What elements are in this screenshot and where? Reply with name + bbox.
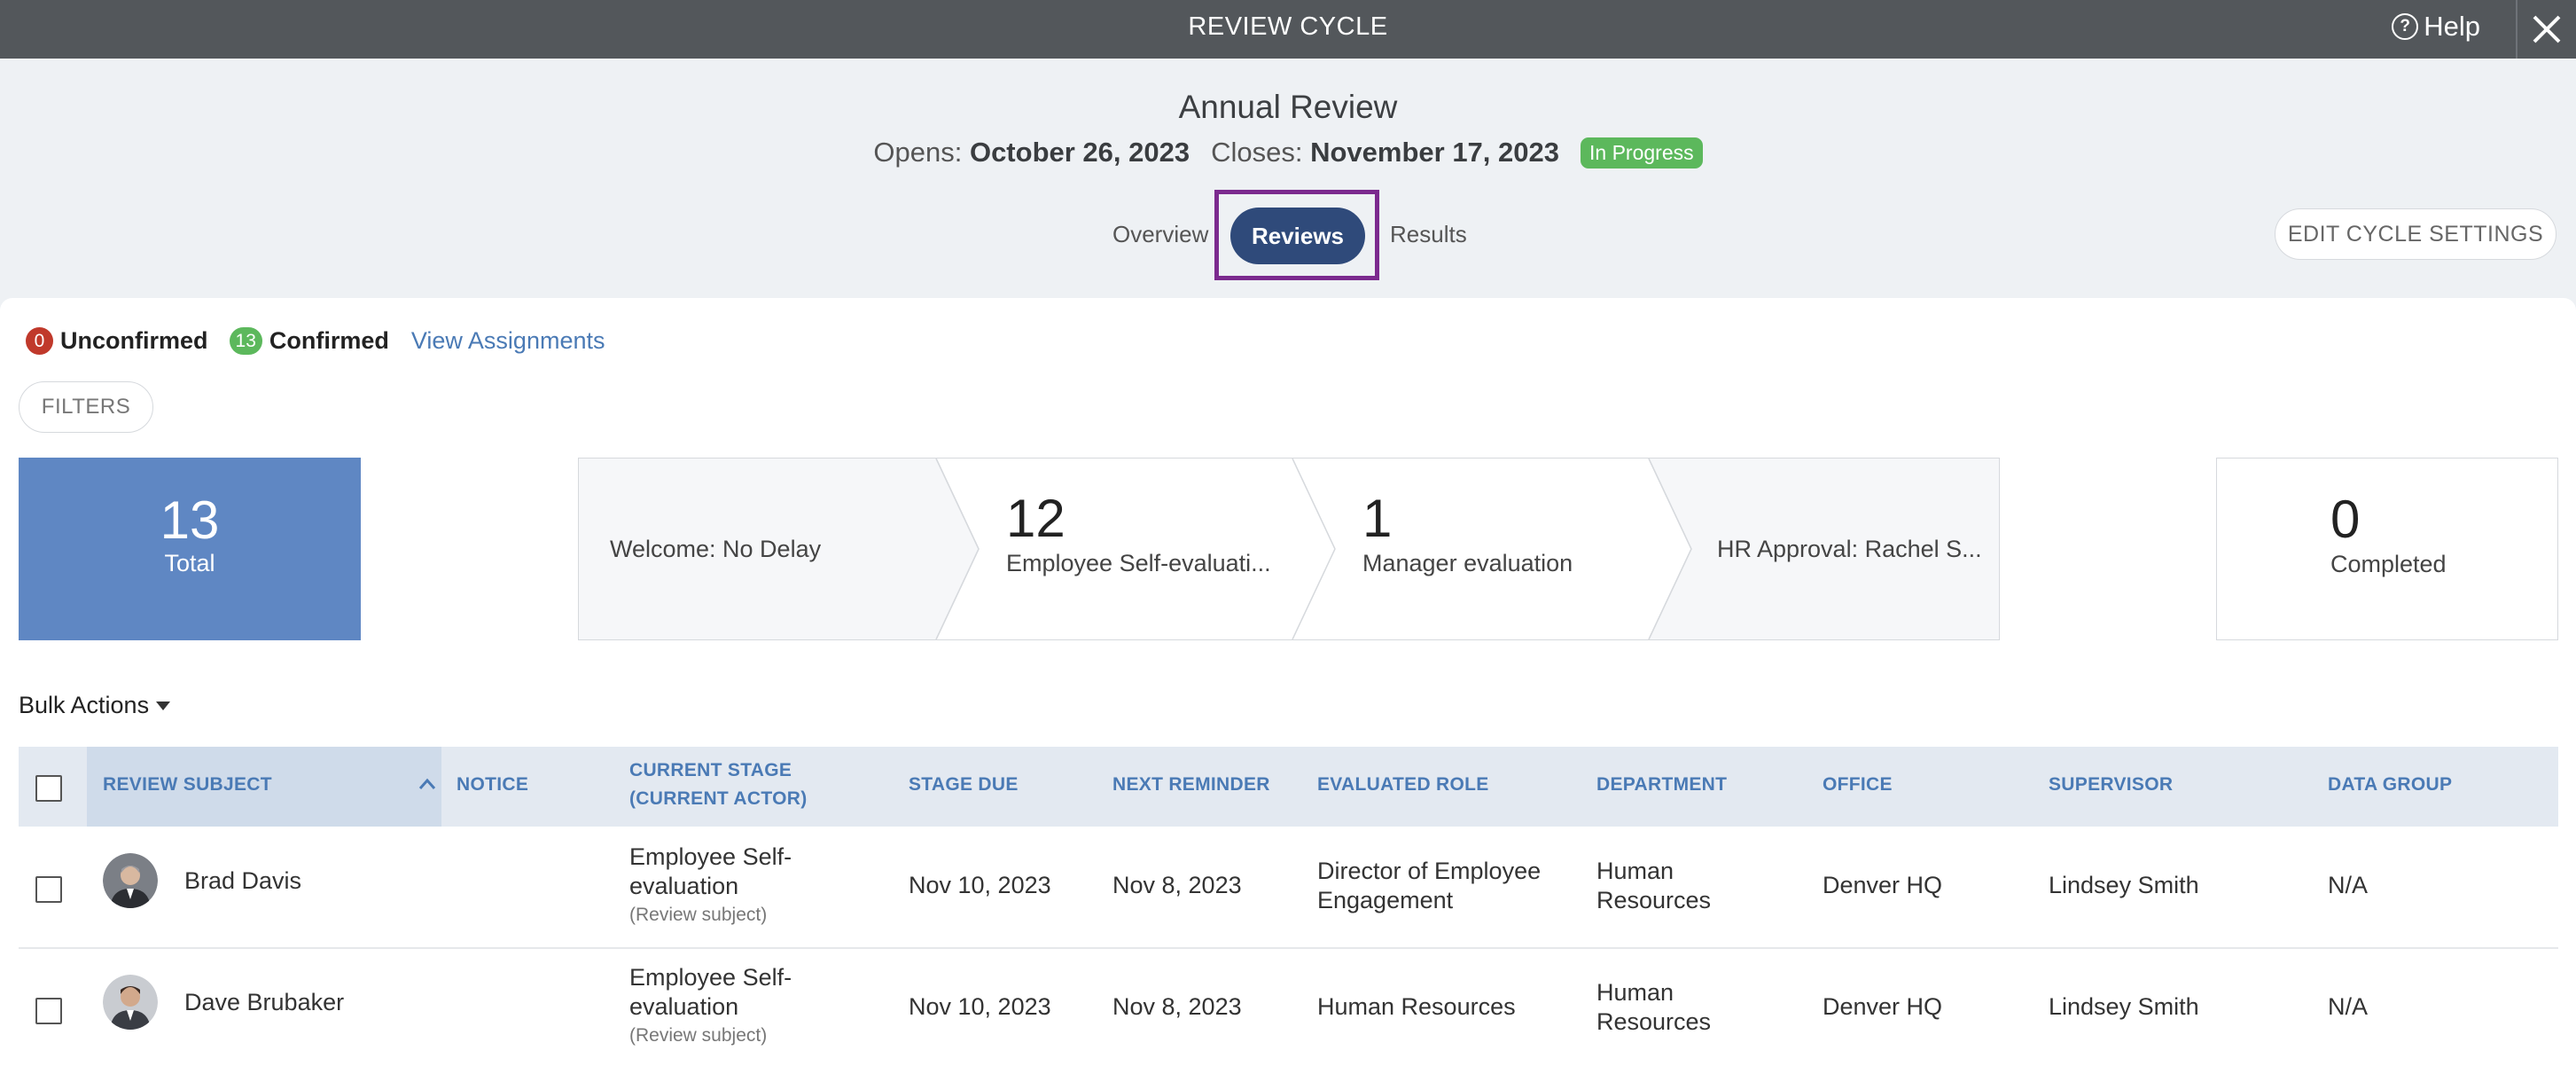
- column-notice[interactable]: NOTICE: [457, 771, 528, 799]
- stage-pipeline: Welcome: No Delay 12 Employee Self-evalu…: [578, 458, 2000, 640]
- stage-welcome[interactable]: Welcome: No Delay: [610, 536, 821, 563]
- evaluated-role-line1: Human Resources: [1317, 993, 1516, 1020]
- closes-date: November 17, 2023: [1310, 137, 1559, 168]
- column-department[interactable]: DEPARTMENT: [1596, 771, 1727, 799]
- column-stage-due[interactable]: STAGE DUE: [909, 771, 1019, 799]
- bulk-actions-dropdown[interactable]: Bulk Actions: [19, 692, 171, 719]
- completed-label: Completed: [2330, 551, 2447, 577]
- bulk-actions-label: Bulk Actions: [19, 692, 150, 718]
- help-icon: ?: [2392, 13, 2419, 40]
- review-subject-name[interactable]: Dave Brubaker: [184, 988, 344, 1017]
- column-current-actor: (CURRENT ACTOR): [629, 788, 808, 809]
- department-line1: Human: [1596, 858, 1674, 884]
- department-line2: Resources: [1596, 887, 1712, 913]
- sort-ascending-icon[interactable]: [418, 778, 436, 790]
- filters-button[interactable]: FILTERS: [19, 381, 153, 433]
- department-line2: Resources: [1596, 1008, 1712, 1035]
- column-evaluated-role[interactable]: EVALUATED ROLE: [1317, 771, 1489, 799]
- department-line1: Human: [1596, 979, 1674, 1006]
- tab-overview[interactable]: Overview: [1112, 221, 1208, 248]
- column-review-subject[interactable]: REVIEW SUBJECT: [103, 771, 272, 799]
- total-summary-card[interactable]: 13 Total: [19, 458, 361, 640]
- close-button[interactable]: [2517, 0, 2576, 59]
- tab-reviews[interactable]: Reviews: [1230, 208, 1365, 264]
- column-data-group[interactable]: DATA GROUP: [2328, 771, 2452, 799]
- next-reminder: Nov 8, 2023: [1112, 872, 1242, 898]
- stage-due: Nov 10, 2023: [909, 872, 1051, 898]
- completed-summary-card[interactable]: 0 Completed: [2216, 458, 2558, 640]
- opens-label: Opens:: [873, 137, 963, 168]
- unconfirmed-label: Unconfirmed: [60, 327, 208, 354]
- help-label: Help: [2424, 11, 2480, 42]
- table-row[interactable]: Brad Davis Employee Self- evaluation (Re…: [19, 827, 2558, 947]
- total-label: Total: [164, 550, 215, 576]
- cycle-dates: Opens: October 26, 2023 Closes: November…: [0, 137, 2576, 169]
- help-button[interactable]: ? Help: [2392, 0, 2480, 53]
- data-group: N/A: [2328, 993, 2369, 1020]
- office: Denver HQ: [1823, 993, 1943, 1020]
- next-reminder: Nov 8, 2023: [1112, 993, 1242, 1020]
- current-actor: (Review subject): [629, 1025, 768, 1046]
- stage-due: Nov 10, 2023: [909, 993, 1051, 1020]
- column-current-stage[interactable]: CURRENT STAGE: [629, 756, 792, 785]
- status-badge: In Progress: [1581, 137, 1703, 169]
- unconfirmed-count-badge: 0: [26, 327, 53, 355]
- row-checkbox[interactable]: [35, 998, 62, 1024]
- tab-results[interactable]: Results: [1390, 221, 1467, 248]
- confirmed-count-badge: 13: [229, 327, 262, 355]
- evaluated-role-line1: Director of Employee: [1317, 858, 1542, 884]
- data-group: N/A: [2328, 872, 2369, 898]
- closes-label: Closes:: [1211, 137, 1303, 168]
- person-avatar-icon: [103, 853, 158, 908]
- confirmation-bar: 0 Unconfirmed 13 Confirmed View Assignme…: [26, 327, 605, 355]
- stage-self-eval-label[interactable]: Employee Self-evaluati...: [1006, 550, 1271, 577]
- view-assignments-link[interactable]: View Assignments: [411, 327, 605, 355]
- current-actor: (Review subject): [629, 905, 768, 925]
- stage-self-eval-count: 12: [1006, 489, 1066, 548]
- current-stage-line2: evaluation: [629, 993, 739, 1020]
- opens-date: October 26, 2023: [969, 137, 1190, 168]
- evaluated-role-line2: Engagement: [1317, 887, 1454, 913]
- total-count: 13: [160, 490, 220, 550]
- caret-down-icon: [156, 701, 171, 710]
- window-title: REVIEW CYCLE: [1188, 12, 1388, 41]
- table-row[interactable]: Dave Brubaker Employee Self- evaluation …: [19, 949, 2558, 1066]
- select-all-checkbox[interactable]: [35, 775, 62, 802]
- confirmed-label: Confirmed: [269, 327, 389, 354]
- avatar: [103, 853, 158, 908]
- office: Denver HQ: [1823, 872, 1943, 898]
- row-checkbox[interactable]: [35, 876, 62, 903]
- close-icon: [2533, 15, 2561, 43]
- column-office[interactable]: OFFICE: [1823, 771, 1893, 799]
- stage-manager-eval-count: 1: [1362, 489, 1393, 548]
- review-subject-name[interactable]: Brad Davis: [184, 866, 301, 896]
- current-stage-line1: Employee Self-: [629, 964, 792, 991]
- column-next-reminder[interactable]: NEXT REMINDER: [1112, 771, 1270, 799]
- completed-count: 0: [2330, 490, 2361, 549]
- person-avatar-icon: [103, 975, 158, 1030]
- column-supervisor[interactable]: SUPERVISOR: [2049, 771, 2173, 799]
- supervisor: Lindsey Smith: [2049, 872, 2199, 898]
- stage-manager-eval-label[interactable]: Manager evaluation: [1362, 550, 1573, 577]
- avatar: [103, 975, 158, 1030]
- supervisor: Lindsey Smith: [2049, 993, 2199, 1020]
- cycle-name: Annual Review: [1178, 89, 1398, 125]
- current-stage-line2: evaluation: [629, 873, 739, 899]
- current-stage-line1: Employee Self-: [629, 843, 792, 870]
- edit-cycle-settings-button[interactable]: EDIT CYCLE SETTINGS: [2275, 208, 2556, 260]
- stage-hr-approval[interactable]: HR Approval: Rachel S...: [1717, 536, 1982, 563]
